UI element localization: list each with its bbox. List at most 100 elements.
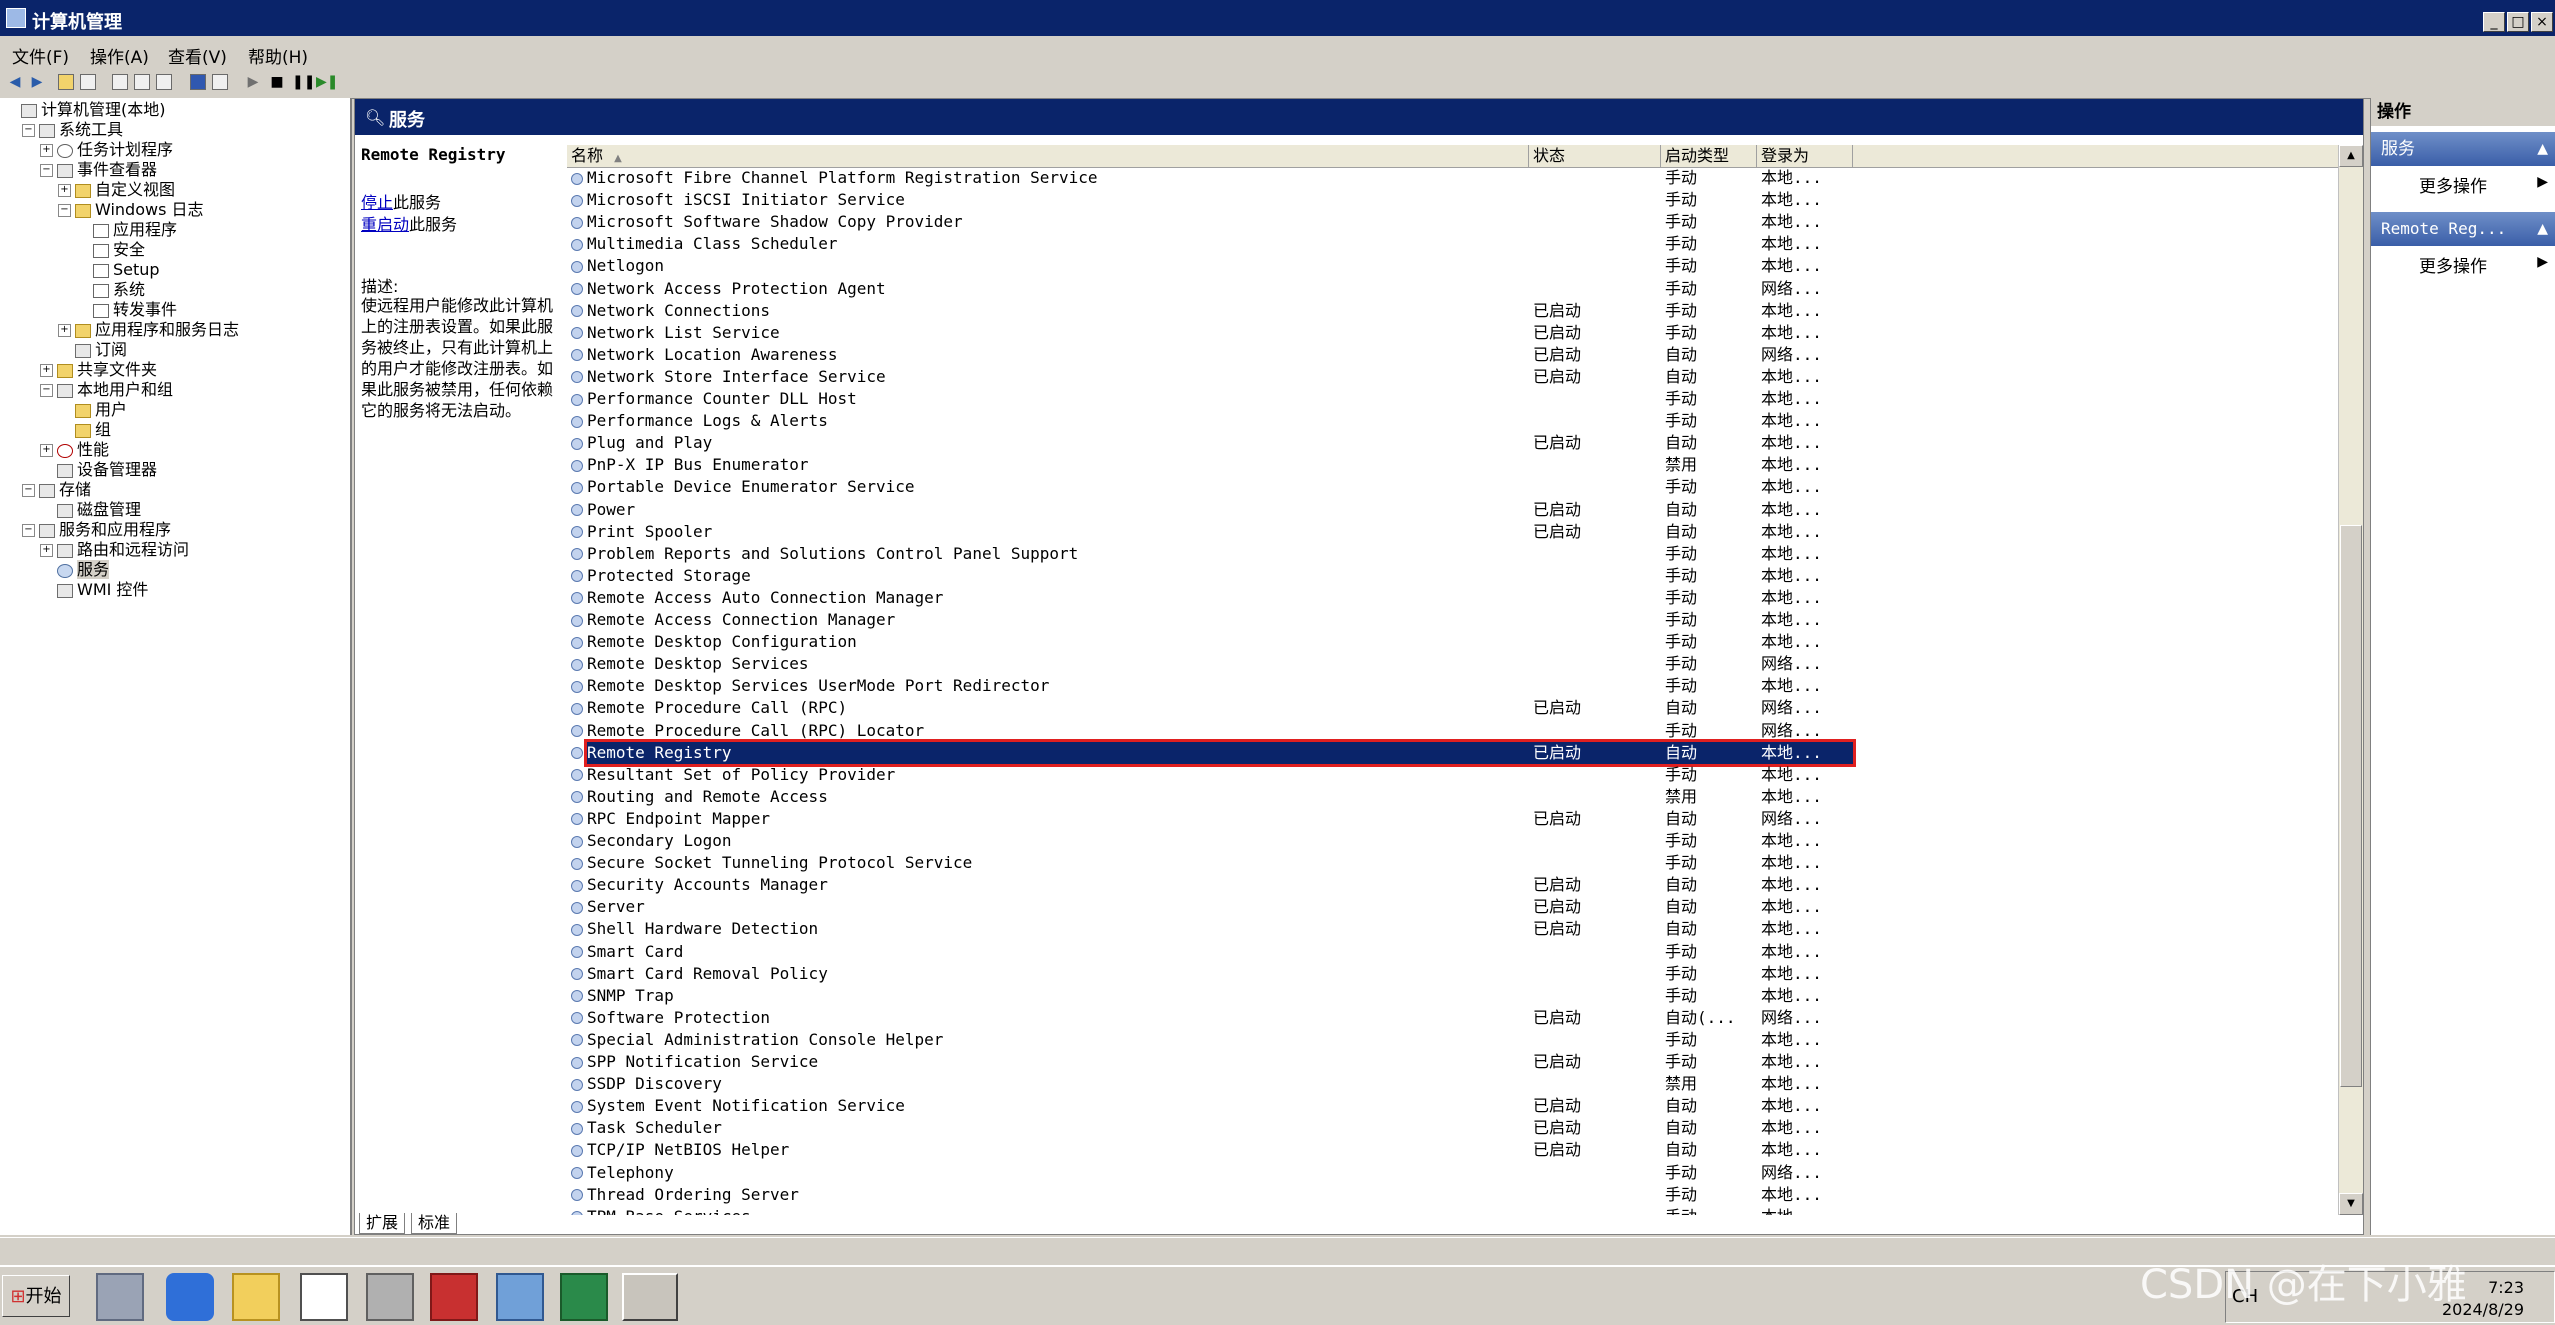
expand-icon[interactable]: + [40,444,53,457]
service-row[interactable]: PnP-X IP Bus Enumerator 禁用 本地... [567,454,2339,476]
forward-icon[interactable]: ▶ [28,73,46,91]
column-startup-type[interactable]: 启动类型 [1661,145,1757,167]
tree-node[interactable]: − 系统工具 [22,120,123,140]
service-row[interactable]: Network List Service 已启动 手动 本地... [567,322,2339,344]
service-row[interactable]: Remote Registry 已启动 自动 本地... [567,738,2339,767]
service-row[interactable]: Remote Procedure Call (RPC) Locator 手动 网络.… [567,720,2339,742]
tree-node[interactable]: Setup [76,260,160,280]
service-row[interactable]: Remote Procedure Call (RPC) 已启动 自动 网络... [567,697,2339,719]
toolbox-icon[interactable] [430,1273,478,1321]
collapse-icon[interactable]: − [40,164,53,177]
tree-node[interactable]: 转发事件 [76,300,177,320]
expand-icon[interactable]: + [40,144,53,157]
service-row[interactable]: Power 已启动 自动 本地... [567,499,2339,521]
restart-service-link[interactable]: 重启动 [361,215,409,234]
service-row[interactable]: Plug and Play 已启动 自动 本地... [567,432,2339,454]
service-row[interactable]: Server 已启动 自动 本地... [567,896,2339,918]
service-row[interactable]: Portable Device Enumerator Service 手动 本地..… [567,476,2339,498]
maximize-button[interactable]: □ [2507,12,2529,32]
service-row[interactable]: Network Access Protection Agent 手动 网络... [567,278,2339,300]
service-row[interactable]: Problem Reports and Solutions Control Pa… [567,543,2339,565]
explorer-folder-icon[interactable] [232,1273,280,1321]
service-row[interactable]: Remote Desktop Configuration 手动 本地... [567,631,2339,653]
menu-file[interactable]: 文件(F) [12,43,69,68]
service-row[interactable]: Special Administration Console Helper 手动 本… [567,1029,2339,1051]
pause-service-icon[interactable]: ❚❚ [292,73,315,91]
service-row[interactable]: Network Connections 已启动 手动 本地... [567,300,2339,322]
tree-node[interactable]: 磁盘管理 [40,500,141,520]
vertical-scrollbar[interactable]: ▲ ▼ [2338,145,2363,1215]
collapse-icon[interactable]: − [58,204,71,217]
column-logon-as[interactable]: 登录为 [1757,145,1853,167]
menu-action[interactable]: 操作(A) [90,43,149,68]
tree-node[interactable]: + 共享文件夹 [40,360,157,380]
service-row[interactable]: Task Scheduler 已启动 自动 本地... [567,1117,2339,1139]
tree-node[interactable]: + 性能 [40,440,109,460]
tree-node[interactable]: − 存储 [22,480,91,500]
refresh-icon[interactable] [134,74,150,90]
collapse-up-icon[interactable]: ▲ [2537,212,2548,246]
tree-node[interactable]: WMI 控件 [40,580,148,600]
service-row[interactable]: Smart Card Removal Policy 手动 本地... [567,963,2339,985]
start-service-icon[interactable]: ▶ [244,73,262,91]
tree-node[interactable]: 设备管理器 [40,460,157,480]
service-row[interactable]: Performance Counter DLL Host 手动 本地... [567,388,2339,410]
service-row[interactable]: TCP/IP NetBIOS Helper 已启动 自动 本地... [567,1139,2339,1161]
up-folder-icon[interactable] [58,74,74,90]
expand-icon[interactable]: + [58,184,71,197]
service-row[interactable]: System Event Notification Service 已启动 自动 本地… [567,1095,2339,1117]
service-row[interactable]: Microsoft Software Shadow Copy Provider 手… [567,211,2339,233]
start-button[interactable]: ⊞开始 [2,1275,70,1317]
scroll-up-icon[interactable]: ▲ [2339,145,2363,167]
service-row[interactable]: Secure Socket Tunneling Protocol Service… [567,852,2339,874]
service-row[interactable]: SPP Notification Service 已启动 手动 本地... [567,1051,2339,1073]
service-row[interactable]: Multimedia Class Scheduler 手动 本地... [567,233,2339,255]
admin-tools-icon[interactable] [366,1273,414,1321]
tree-node[interactable]: 订阅 [58,340,127,360]
collapse-up-icon[interactable]: ▲ [2537,132,2548,166]
service-row[interactable]: Netlogon 手动 本地... [567,255,2339,277]
service-row[interactable]: Shell Hardware Detection 已启动 自动 本地... [567,918,2339,940]
tree-node[interactable]: + 路由和远程访问 [40,540,189,560]
tree-node[interactable]: − 事件查看器 [40,160,157,180]
tab-standard[interactable]: 标准 [411,1213,458,1234]
more-actions-services[interactable]: 更多操作 [2419,172,2487,197]
action-pane-icon[interactable] [212,74,228,90]
tab-extended[interactable]: 扩展 [359,1213,406,1234]
column-status[interactable]: 状态 [1529,145,1661,167]
service-row[interactable]: Microsoft iSCSI Initiator Service 手动 本地... [567,189,2339,211]
service-row[interactable]: Remote Desktop Services 手动 网络... [567,653,2339,675]
expand-icon[interactable]: + [40,364,53,377]
service-row[interactable]: SSDP Discovery 禁用 本地... [567,1073,2339,1095]
service-row[interactable]: Resultant Set of Policy Provider 手动 本地... [567,764,2339,786]
export-list-icon[interactable] [156,74,172,90]
actions-section-services[interactable]: 服务 ▲ [2371,132,2555,166]
service-row[interactable]: RPC Endpoint Mapper 已启动 自动 网络... [567,808,2339,830]
stop-service-link[interactable]: 停止 [361,193,393,212]
tree-node[interactable]: 组 [58,420,111,440]
tree-node[interactable]: 安全 [76,240,145,260]
scroll-thumb[interactable] [2340,525,2362,1087]
restart-service-icon[interactable]: ▶❚ [316,73,339,91]
service-row[interactable]: SNMP Trap 手动 本地... [567,985,2339,1007]
show-hide-tree-icon[interactable] [80,74,96,90]
control-panel-icon[interactable] [496,1273,544,1321]
minimize-button[interactable]: _ [2483,12,2505,32]
more-actions-remote-registry[interactable]: 更多操作 [2419,252,2487,277]
tree-node[interactable]: − 服务和应用程序 [22,520,171,540]
powershell-icon[interactable] [166,1273,214,1321]
service-row[interactable]: Print Spooler 已启动 自动 本地... [567,521,2339,543]
collapse-icon[interactable]: − [40,384,53,397]
service-row[interactable]: Remote Access Connection Manager 手动 本地... [567,609,2339,631]
tree-node[interactable]: + 应用程序和服务日志 [58,320,239,340]
properties-icon[interactable] [112,74,128,90]
calendar-icon[interactable] [300,1273,348,1321]
stop-service-icon[interactable]: ■ [268,73,286,91]
service-row[interactable]: Remote Desktop Services UserMode Port Re… [567,675,2339,697]
service-row[interactable]: Protected Storage 手动 本地... [567,565,2339,587]
tree-node[interactable]: − Windows 日志 [58,200,204,220]
column-name[interactable]: 名称 ▲ [567,145,1529,167]
tree-node[interactable]: + 自定义视图 [58,180,175,200]
scroll-down-icon[interactable]: ▼ [2339,1193,2363,1215]
close-button[interactable]: × [2531,12,2553,32]
